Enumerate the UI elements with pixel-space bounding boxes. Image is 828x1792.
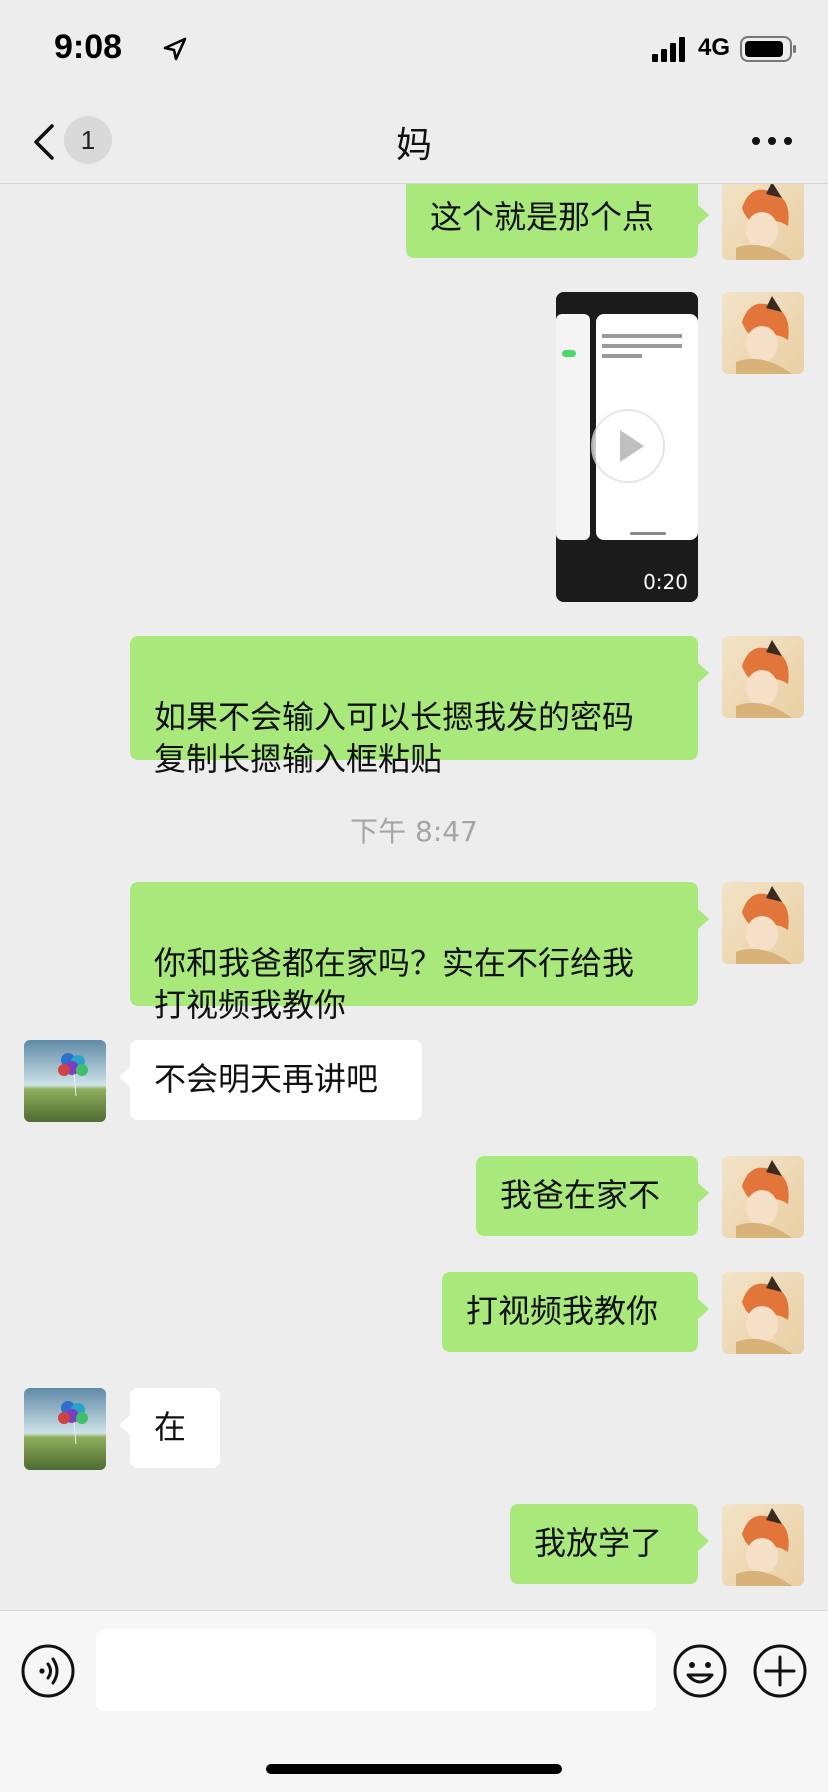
message-text: 这个就是那个点 [430, 198, 655, 236]
message-text: 打视频我教你 [466, 1292, 659, 1330]
emoji-icon[interactable] [672, 1643, 728, 1699]
chat-header: 1 妈 [0, 100, 828, 184]
message-text: 我爸在家不 [500, 1176, 661, 1214]
battery-icon [740, 36, 796, 62]
contact-avatar-image [24, 1388, 106, 1470]
message-text: 如果不会输入可以长摁我发的密码 复制长摁输入框粘贴 [154, 698, 635, 778]
message-input[interactable] [96, 1629, 656, 1711]
message-text: 你和我爸都在家吗？实在不行给我 打视频我教你 [154, 944, 635, 1024]
network-type: 4G [698, 34, 731, 61]
avatar[interactable] [24, 1040, 106, 1122]
my-avatar-image [722, 636, 804, 718]
message-list[interactable]: 这个就是那个点 0:20 如果不会输入可以长摁我发的密码 复制长摁输入框粘贴 下… [0, 184, 828, 1610]
video-message[interactable]: 0:20 [556, 292, 698, 602]
my-avatar-image [722, 1156, 804, 1238]
plus-icon[interactable] [752, 1643, 808, 1699]
message-bubble-sent[interactable]: 这个就是那个点 [406, 184, 709, 258]
message-bubble-received[interactable]: 在 [119, 1388, 220, 1468]
message-bubble-sent[interactable]: 你和我爸都在家吗？实在不行给我 打视频我教你 [130, 882, 709, 1024]
message-bubble-sent[interactable]: 打视频我教你 [442, 1272, 709, 1352]
avatar[interactable] [24, 1388, 106, 1470]
my-avatar-image [722, 1504, 804, 1586]
my-avatar-image [722, 184, 804, 260]
message-text: 我放学了 [534, 1524, 663, 1562]
avatar[interactable] [722, 292, 804, 374]
avatar[interactable] [722, 1156, 804, 1238]
location-arrow-icon [163, 37, 187, 61]
contact-avatar-image [24, 1040, 106, 1122]
avatar[interactable] [722, 882, 804, 964]
voice-icon[interactable] [20, 1643, 76, 1699]
my-avatar-image [722, 1272, 804, 1354]
video-thumbnail [556, 292, 698, 602]
message-bubble-sent[interactable]: 我放学了 [510, 1504, 709, 1584]
ellipsis-icon[interactable] [748, 130, 796, 152]
message-text: 不会明天再讲吧 [154, 1060, 379, 1098]
message-text: 在 [154, 1408, 187, 1446]
timestamp: 下午 8:47 [350, 815, 478, 848]
my-avatar-image [722, 882, 804, 964]
avatar[interactable] [722, 636, 804, 718]
status-bar: 9:08 4G [0, 0, 828, 100]
message-bubble-received[interactable]: 不会明天再讲吧 [119, 1040, 422, 1120]
cellular-signal-icon [652, 37, 685, 62]
home-indicator[interactable] [266, 1764, 562, 1774]
my-avatar-image [722, 292, 804, 374]
chat-title: 妈 [395, 125, 432, 166]
avatar[interactable] [722, 184, 804, 260]
status-time: 9:08 [54, 28, 123, 66]
avatar[interactable] [722, 1504, 804, 1586]
message-bubble-sent[interactable]: 如果不会输入可以长摁我发的密码 复制长摁输入框粘贴 [130, 636, 709, 778]
video-duration: 0:20 [643, 570, 688, 594]
avatar[interactable] [722, 1272, 804, 1354]
message-bubble-sent[interactable]: 我爸在家不 [476, 1156, 709, 1236]
